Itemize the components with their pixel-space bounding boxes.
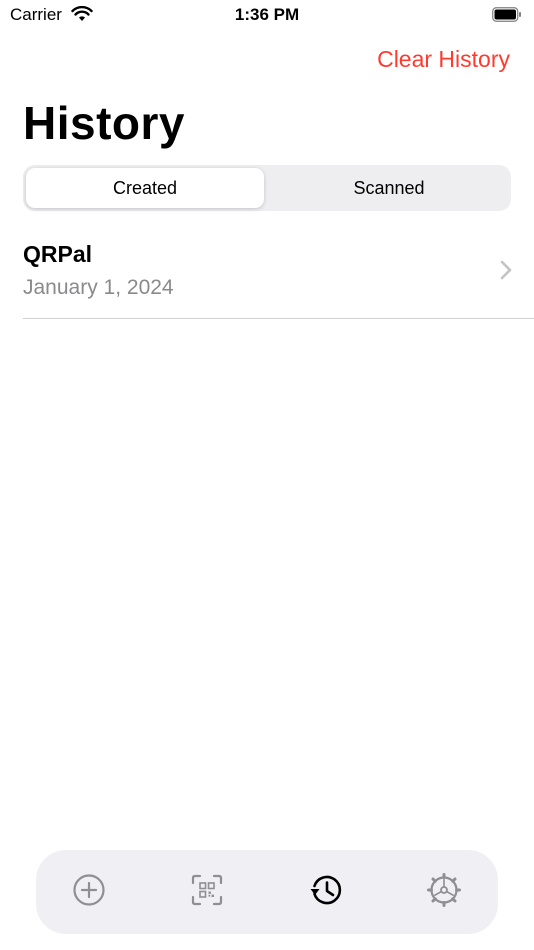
status-time: 1:36 PM — [234, 5, 300, 24]
tab-scan[interactable] — [189, 872, 225, 908]
list-item[interactable]: QRPal January 1, 2024 — [23, 230, 534, 318]
divider — [23, 318, 534, 319]
tab-history[interactable] — [308, 872, 344, 908]
clear-history-button[interactable]: Clear History — [377, 46, 510, 73]
page-title: History — [23, 97, 185, 149]
segmented-control: Created Scanned — [23, 165, 511, 211]
chevron-right-icon — [500, 260, 512, 280]
status-bar: Carrier 1:36 PM — [0, 0, 534, 30]
tab-settings[interactable] — [426, 872, 462, 908]
list-item-title: QRPal — [23, 241, 93, 267]
plus-circle-icon — [73, 874, 105, 906]
tab-bar — [36, 850, 498, 934]
segment-created[interactable]: Created — [26, 168, 264, 208]
list-item-date: January 1, 2024 — [23, 276, 174, 299]
history-clock-icon — [310, 875, 342, 905]
qr-scan-icon — [191, 874, 223, 906]
battery-icon — [492, 7, 521, 22]
gear-icon — [427, 873, 461, 907]
segment-scanned[interactable]: Scanned — [270, 168, 508, 208]
tab-create[interactable] — [71, 872, 107, 908]
